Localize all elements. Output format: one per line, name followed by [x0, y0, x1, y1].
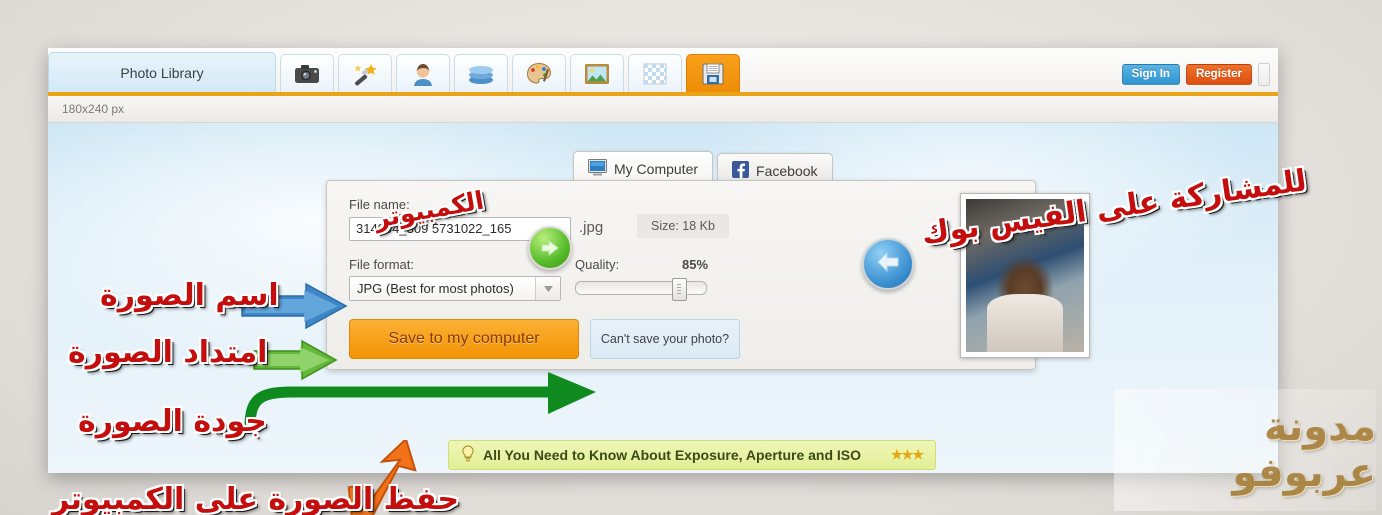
texture-icon	[643, 63, 667, 85]
file-format-value: JPG (Best for most photos)	[357, 281, 514, 296]
quality-slider[interactable]	[575, 278, 707, 301]
cant-save-photo-button[interactable]: Can't save your photo?	[590, 319, 740, 359]
file-name-label: File name:	[349, 197, 410, 212]
facebook-icon	[732, 161, 750, 181]
toolbar-button-frames[interactable]	[570, 54, 624, 92]
annotation-save-to-computer: حفظ الصورة على الكمبيوتر	[52, 482, 459, 515]
toolbar-button-auto-fix[interactable]	[338, 54, 392, 92]
app-title-label: Photo Library	[120, 64, 204, 81]
file-format-select[interactable]: JPG (Best for most photos)	[349, 276, 561, 301]
app-title-tab[interactable]: Photo Library	[48, 52, 276, 92]
toolbar-button-layers[interactable]	[454, 54, 508, 92]
layers-icon	[467, 63, 495, 85]
toolbar-button-textures[interactable]	[628, 54, 682, 92]
save-dialog-panel: File name: 314904_309 5731022_165 .jpg S…	[326, 180, 1090, 370]
file-size-label: Size: 18 Kb	[637, 214, 729, 238]
toolbar-overflow-button[interactable]	[1258, 63, 1270, 86]
camera-icon	[294, 63, 320, 85]
frame-icon	[584, 63, 610, 85]
save-floppy-icon	[701, 62, 725, 86]
arrow-left-icon	[875, 251, 901, 278]
status-bar: 180x240 px	[48, 96, 1278, 123]
tip-stars-icon: ★★★	[891, 447, 924, 462]
palette-icon	[526, 62, 552, 86]
auth-buttons: Sign In Register	[1121, 63, 1270, 86]
tab-my-computer-label: My Computer	[614, 161, 699, 177]
toolbar-button-effects[interactable]	[512, 54, 566, 92]
quality-slider-thumb[interactable]	[672, 278, 687, 301]
lightbulb-icon	[461, 444, 475, 466]
preview-photo-image	[966, 199, 1084, 352]
monitor-icon	[588, 159, 607, 179]
quality-label: Quality:	[575, 257, 620, 272]
tip-text: All You Need to Know About Exposure, Ape…	[483, 447, 862, 463]
magic-wand-icon	[352, 62, 378, 86]
chevron-down-icon	[535, 277, 560, 300]
quality-value: 85%	[682, 257, 709, 272]
file-name-input[interactable]: 314904_309 5731022_165	[349, 217, 571, 241]
sign-in-button[interactable]: Sign In	[1121, 64, 1180, 85]
toolbar-button-save[interactable]	[686, 54, 740, 92]
toolbar-button-camera[interactable]	[280, 54, 334, 92]
file-format-label: File format:	[349, 257, 415, 272]
photo-preview-thumbnail[interactable]	[960, 193, 1090, 358]
app-window: Photo Library Sign In Register 180x240 p…	[48, 48, 1278, 473]
back-button[interactable]	[862, 238, 914, 290]
top-toolbar: Photo Library Sign In Register	[48, 48, 1278, 96]
screenshot-root: Photo Library Sign In Register 180x240 p…	[0, 0, 1382, 515]
save-to-computer-button[interactable]: Save to my computer	[349, 319, 579, 359]
file-extension-label: .jpg	[579, 219, 604, 236]
toolbar-button-portrait[interactable]	[396, 54, 450, 92]
tip-bar[interactable]: All You Need to Know About Exposure, Ape…	[448, 440, 936, 470]
image-dimensions-label: 180x240 px	[62, 102, 125, 116]
tab-facebook-label: Facebook	[756, 163, 818, 179]
canvas-area: My Computer Facebook File name: 314904_3…	[48, 123, 1278, 473]
portrait-icon	[411, 62, 435, 86]
register-button[interactable]: Register	[1185, 64, 1252, 85]
